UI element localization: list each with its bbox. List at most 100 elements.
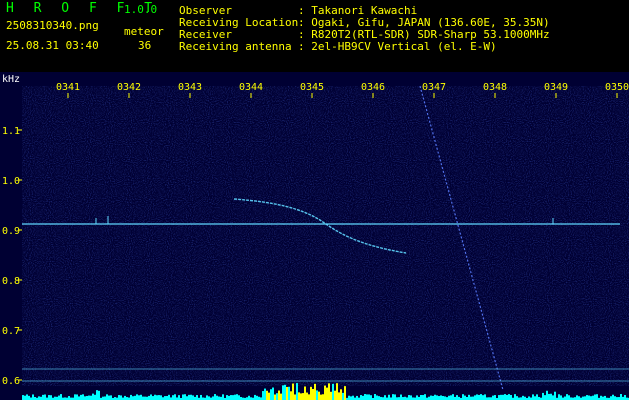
signal-level-bar	[542, 392, 544, 400]
signal-level-bar	[592, 395, 594, 400]
signal-level-bar	[604, 395, 606, 400]
signal-level-bar	[272, 387, 274, 400]
signal-level-bar	[448, 395, 450, 400]
signal-level-bar	[110, 395, 112, 400]
signal-level-bar	[28, 395, 30, 400]
signal-level-bar	[582, 396, 584, 400]
signal-level-bar	[320, 394, 322, 400]
y-tick-label-0.9: 0.9	[2, 226, 20, 237]
signal-level-bar	[328, 383, 330, 400]
signal-level-bar	[232, 395, 234, 400]
signal-level-bar	[318, 391, 320, 400]
signal-level-bar	[468, 394, 470, 400]
signal-level-bar	[352, 395, 354, 400]
signal-level-bar	[474, 395, 476, 400]
signal-level-bar	[234, 394, 236, 400]
signal-level-bar	[222, 394, 224, 400]
signal-level-bar	[74, 394, 76, 400]
signal-level-bar	[144, 396, 146, 400]
signal-level-bar	[26, 394, 28, 400]
signal-level-bar	[378, 396, 380, 400]
signal-level-bar	[78, 396, 80, 400]
signal-level-bar	[504, 394, 506, 400]
signal-level-bar	[92, 393, 94, 400]
signal-level-bar	[134, 395, 136, 400]
signal-level-bar	[394, 394, 396, 400]
signal-level-bar	[172, 395, 174, 400]
signal-level-bar	[602, 396, 604, 400]
x-tick-label-0343: 0343	[178, 82, 202, 93]
signal-level-bar	[554, 391, 556, 400]
signal-level-bar	[336, 383, 338, 400]
signal-level-bar	[544, 395, 546, 400]
meteor-count: 36	[138, 39, 152, 52]
signal-level-bar	[106, 394, 108, 400]
signal-level-bar	[76, 394, 78, 400]
signal-level-bar	[620, 394, 622, 400]
signal-level-bar	[236, 394, 238, 400]
signal-level-bar	[38, 396, 40, 400]
signal-level-bar	[42, 394, 44, 400]
signal-level-bar	[484, 394, 486, 400]
signal-level-bar	[86, 395, 88, 400]
x-tick-label-0344: 0344	[239, 82, 263, 93]
signal-level-bar	[208, 396, 210, 400]
signal-level-bar	[364, 394, 366, 400]
signal-level-bar	[138, 395, 140, 400]
signal-level-bar	[424, 394, 426, 400]
signal-level-bar	[588, 395, 590, 400]
signal-level-bar	[132, 396, 134, 400]
signal-level-bar	[450, 395, 452, 400]
signal-level-bar	[264, 388, 266, 400]
x-tick-label-0349: 0349	[544, 82, 568, 93]
signal-level-bar	[532, 394, 534, 400]
signal-level-bar	[136, 394, 138, 400]
signal-level-bar	[578, 396, 580, 400]
signal-level-bar	[566, 394, 568, 400]
signal-level-bar	[148, 395, 150, 400]
signal-level-bar	[340, 389, 342, 400]
signal-level-bar	[528, 396, 530, 400]
signal-level-bar	[334, 390, 336, 400]
signal-level-bar	[308, 394, 310, 400]
signal-level-bar	[444, 396, 446, 400]
signal-level-bar	[376, 395, 378, 400]
signal-level-bar	[430, 395, 432, 400]
signal-level-bar	[302, 393, 304, 400]
signal-level-bar	[50, 395, 52, 400]
x-tick-label-0350: 0350	[605, 82, 629, 93]
signal-level-bar	[22, 395, 24, 400]
signal-level-bar	[420, 395, 422, 400]
signal-level-bar	[108, 395, 110, 400]
signal-level-bar	[478, 394, 480, 400]
signal-level-bar	[178, 395, 180, 400]
signal-level-bar	[558, 394, 560, 400]
signal-level-bar	[158, 395, 160, 400]
signal-level-bar	[338, 392, 340, 400]
signal-level-bar	[366, 394, 368, 400]
signal-level-bar	[564, 396, 566, 400]
signal-level-bar	[482, 395, 484, 400]
signal-level-bar	[614, 396, 616, 400]
signal-level-bar	[356, 395, 358, 400]
x-tick-label-0347: 0347	[422, 82, 446, 93]
signal-level-bar	[452, 394, 454, 400]
signal-level-bar	[410, 395, 412, 400]
signal-level-bar	[534, 396, 536, 400]
signal-level-bar	[82, 394, 84, 400]
signal-level-bar	[214, 394, 216, 400]
signal-level-bar	[190, 394, 192, 400]
x-tick-label-0342: 0342	[117, 82, 141, 93]
signal-level-bar	[196, 395, 198, 400]
signal-level-bar	[88, 395, 90, 400]
signal-level-bar	[104, 396, 106, 400]
timestamp: 25.08.31 03:40	[6, 39, 99, 52]
signal-level-bar	[166, 396, 168, 400]
signal-level-bar	[408, 395, 410, 400]
signal-level-bar	[216, 395, 218, 400]
signal-level-bar	[514, 394, 516, 400]
signal-level-bar	[416, 395, 418, 400]
signal-level-bar	[188, 394, 190, 400]
signal-level-bar	[314, 383, 316, 400]
signal-level-bar	[48, 395, 50, 400]
